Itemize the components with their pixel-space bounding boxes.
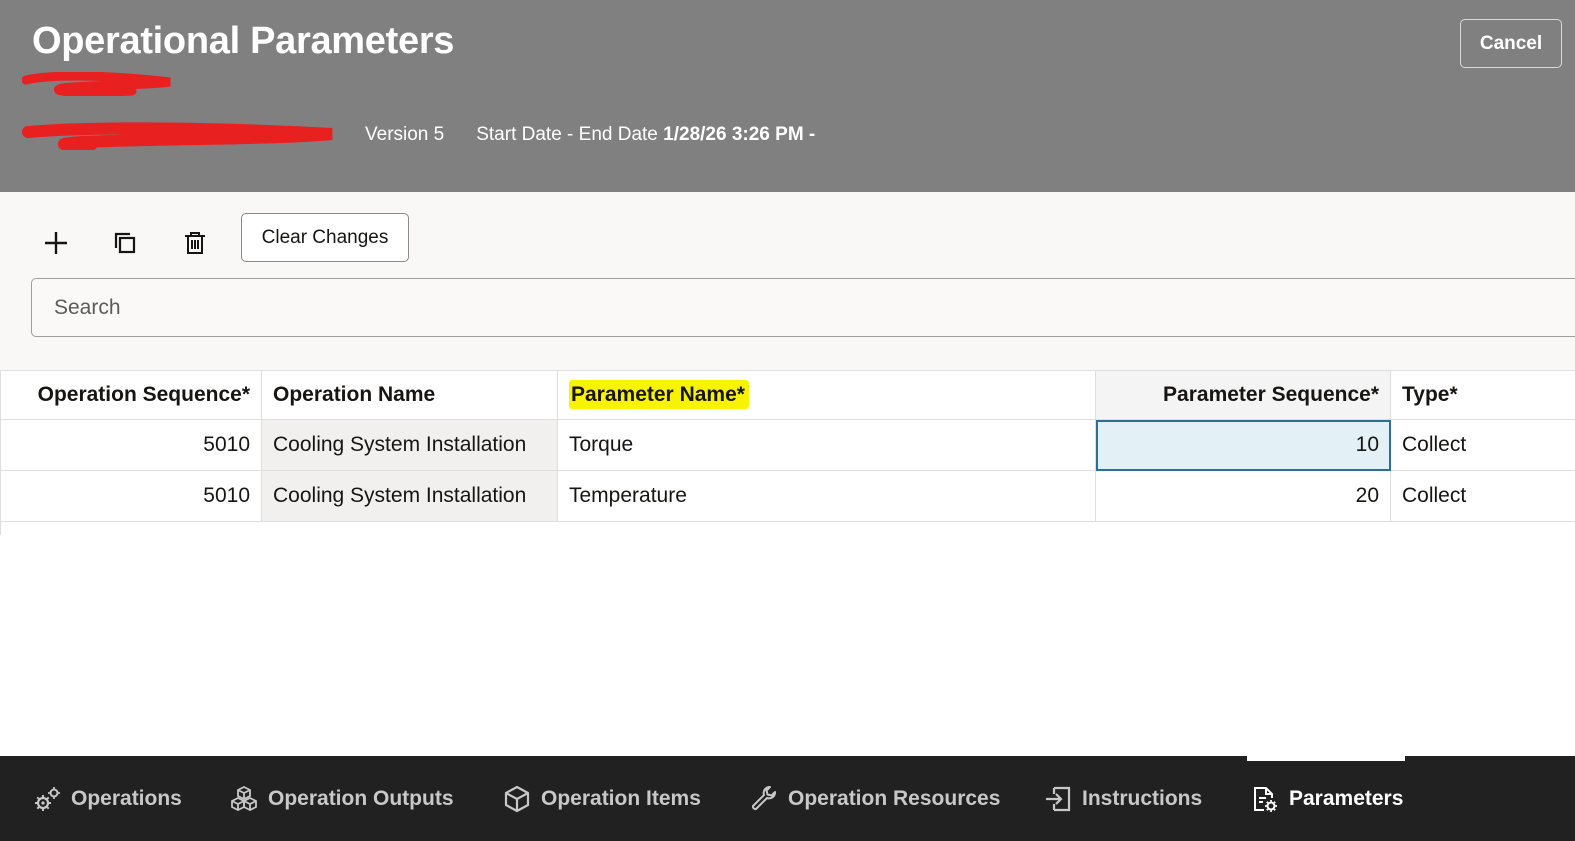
nav-item-label: Parameters bbox=[1289, 786, 1404, 810]
toolbar: Clear Changes bbox=[0, 192, 1575, 370]
add-icon[interactable] bbox=[34, 221, 78, 265]
type-cell[interactable]: Collect bbox=[1390, 419, 1575, 471]
cubes-icon bbox=[231, 785, 257, 811]
column-header-type[interactable]: Type* bbox=[1390, 370, 1575, 420]
nav-item-operation-resources[interactable]: Operation Resources bbox=[750, 756, 1000, 841]
table-row[interactable]: 5010 Cooling System Installation Torque … bbox=[0, 419, 1575, 471]
doc-gear-icon bbox=[1254, 786, 1277, 812]
nav-item-operations[interactable]: Operations bbox=[33, 756, 182, 841]
page-title: Operational Parameters bbox=[32, 20, 455, 62]
date-range: Start Date - End Date 1/28/26 3:26 PM - bbox=[476, 124, 815, 146]
table-edge bbox=[0, 521, 1, 535]
operation-sequence-cell[interactable]: 5010 bbox=[0, 470, 262, 522]
trash-icon[interactable] bbox=[173, 221, 217, 265]
parameters-table: Operation Sequence* Operation Name Param… bbox=[0, 370, 1575, 522]
operation-name-cell: Cooling System Installation bbox=[261, 470, 558, 522]
duplicate-icon[interactable] bbox=[103, 221, 147, 265]
nav-item-operation-outputs[interactable]: Operation Outputs bbox=[230, 756, 454, 841]
column-header-parameter-name[interactable]: Parameter Name* bbox=[557, 370, 1096, 420]
parameter-sequence-cell[interactable]: 10 bbox=[1095, 419, 1391, 471]
operation-sequence-cell[interactable]: 5010 bbox=[0, 419, 262, 471]
table-row[interactable]: 5010 Cooling System Installation Tempera… bbox=[0, 470, 1575, 522]
version-label: Version 5 bbox=[365, 124, 445, 145]
wrench-icon bbox=[751, 785, 776, 810]
date-range-value: 1/28/26 3:26 PM - bbox=[663, 124, 816, 145]
operation-name-cell: Cooling System Installation bbox=[261, 419, 558, 471]
nav-item-operation-items[interactable]: Operation Items bbox=[503, 756, 701, 841]
table-header-row: Operation Sequence* Operation Name Param… bbox=[0, 370, 1575, 420]
nav-item-instructions[interactable]: Instructions bbox=[1044, 756, 1202, 841]
header-meta: Version 5 Start Date - End Date 1/28/26 … bbox=[365, 124, 815, 146]
parameter-name-cell[interactable]: Temperature bbox=[557, 470, 1096, 522]
cancel-button[interactable]: Cancel bbox=[1460, 19, 1562, 68]
gears-icon bbox=[35, 786, 60, 811]
redaction-mark bbox=[22, 72, 171, 96]
nav-item-label: Instructions bbox=[1082, 786, 1203, 810]
column-header-parameter-sequence[interactable]: Parameter Sequence* bbox=[1095, 370, 1391, 420]
type-cell[interactable]: Collect bbox=[1390, 470, 1575, 522]
column-header-operation-sequence[interactable]: Operation Sequence* bbox=[0, 370, 262, 420]
nav-item-parameters[interactable]: Parameters bbox=[1251, 756, 1403, 841]
bottom-nav: Operations Operation Outputs Operation I… bbox=[0, 756, 1575, 841]
redaction-mark bbox=[22, 122, 333, 150]
box-icon bbox=[504, 785, 530, 812]
nav-item-label: Operation Items bbox=[541, 786, 701, 810]
page-header: Operational Parameters Version 5 Start D… bbox=[0, 0, 1575, 192]
parameter-sequence-cell[interactable]: 20 bbox=[1095, 470, 1391, 522]
column-header-operation-name[interactable]: Operation Name bbox=[261, 370, 558, 420]
nav-item-label: Operation Outputs bbox=[268, 786, 454, 810]
nav-item-label: Operations bbox=[71, 786, 182, 810]
search-input[interactable] bbox=[31, 278, 1575, 337]
enter-icon bbox=[1046, 786, 1071, 811]
date-range-label: Start Date - End Date bbox=[476, 124, 658, 145]
parameter-name-cell[interactable]: Torque bbox=[557, 419, 1096, 471]
clear-changes-button[interactable]: Clear Changes bbox=[241, 213, 409, 262]
nav-item-label: Operation Resources bbox=[788, 786, 1001, 810]
highlighted-header-text: Parameter Name* bbox=[569, 380, 749, 409]
